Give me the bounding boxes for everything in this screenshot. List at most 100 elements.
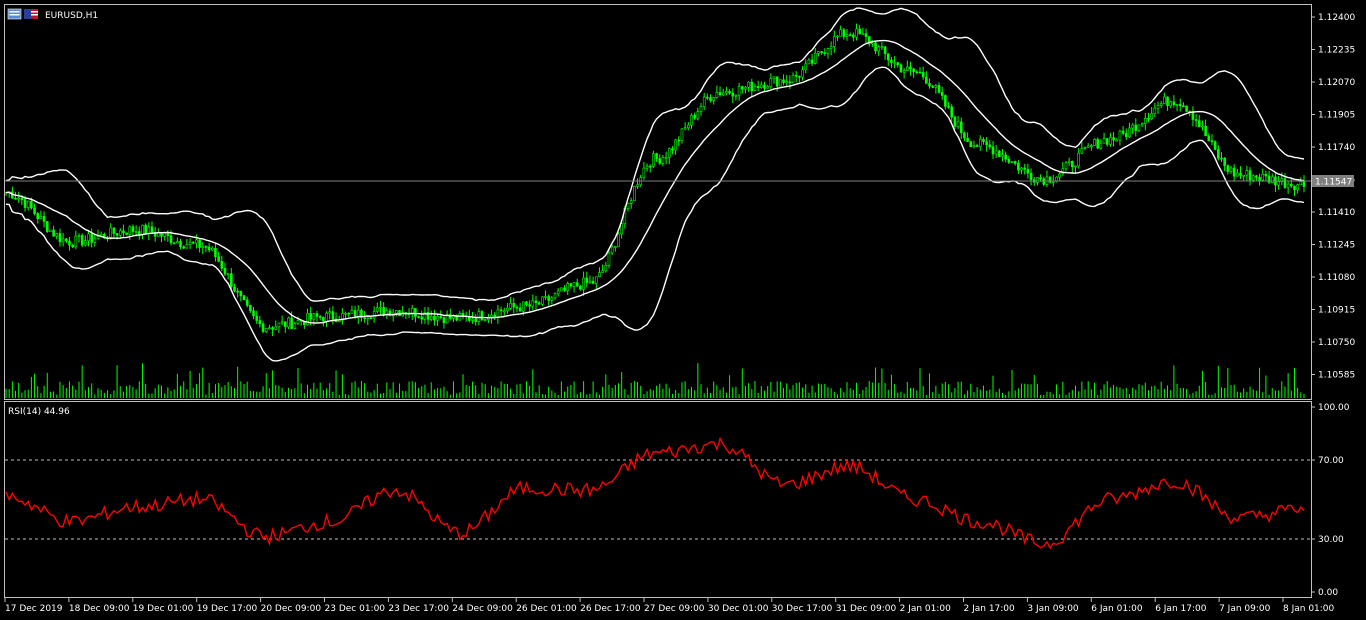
candle-body bbox=[537, 302, 541, 305]
candle-body bbox=[769, 78, 773, 87]
candle-body bbox=[1086, 145, 1090, 148]
time-tick-label: 6 Jan 17:00 bbox=[1155, 604, 1207, 614]
candle-body bbox=[109, 227, 113, 239]
candle-body bbox=[1159, 103, 1163, 106]
candle-body bbox=[296, 320, 300, 325]
candle-body bbox=[1201, 125, 1204, 128]
candle-body bbox=[683, 127, 687, 130]
candle-body bbox=[1213, 141, 1217, 150]
candle-body bbox=[601, 270, 604, 273]
candle-body bbox=[1010, 161, 1014, 163]
candle-body bbox=[1112, 137, 1115, 141]
candle-body bbox=[534, 300, 538, 304]
candle-body bbox=[642, 167, 646, 179]
candle-body bbox=[1074, 165, 1077, 168]
candle-body bbox=[852, 34, 855, 38]
candle-body bbox=[1264, 173, 1268, 177]
candle-body bbox=[68, 240, 71, 246]
candle-body bbox=[896, 62, 900, 66]
candle-body bbox=[750, 81, 754, 92]
candle-body bbox=[772, 76, 776, 80]
candle-body bbox=[1293, 185, 1296, 191]
price-tick-label: 1.12400 bbox=[1318, 13, 1355, 23]
candle-body bbox=[1258, 176, 1261, 181]
candle-body bbox=[442, 317, 446, 324]
candle-body bbox=[1175, 104, 1179, 106]
candle-body bbox=[1299, 181, 1303, 186]
candle-body bbox=[782, 79, 785, 83]
time-tick-label: 23 Dec 01:00 bbox=[325, 604, 386, 614]
candle-body bbox=[169, 235, 173, 244]
candle-body bbox=[575, 282, 579, 287]
candle-body bbox=[372, 311, 376, 319]
candle-body bbox=[1039, 177, 1042, 179]
candle-body bbox=[280, 321, 284, 324]
price-tick-label: 1.12070 bbox=[1318, 78, 1355, 88]
candle-body bbox=[661, 157, 665, 164]
candle-body bbox=[499, 309, 503, 312]
candle-body bbox=[652, 153, 655, 167]
candle-body bbox=[1283, 178, 1287, 188]
candle-body bbox=[20, 197, 24, 200]
time-tick-label: 17 Dec 2019 bbox=[5, 604, 63, 614]
candle-body bbox=[1029, 172, 1033, 180]
candle-body bbox=[220, 260, 224, 269]
candle-body bbox=[1134, 124, 1138, 131]
candle-body bbox=[45, 221, 49, 233]
candle-body bbox=[502, 310, 506, 313]
candle-body bbox=[160, 232, 163, 237]
candle-body bbox=[1239, 172, 1242, 176]
candle-body bbox=[1210, 140, 1214, 142]
candle-body bbox=[1023, 167, 1027, 170]
trading-chart[interactable]: EURUSD,H1 RSI(14) 44.96 1.124001.122351.… bbox=[0, 0, 1366, 620]
candle-body bbox=[325, 312, 328, 322]
candle-body bbox=[1147, 117, 1150, 120]
candle-body bbox=[1251, 175, 1255, 181]
candle-body bbox=[829, 46, 833, 49]
current-price-label: 1.11547 bbox=[1315, 178, 1352, 188]
candle-body bbox=[731, 92, 735, 97]
candle-body bbox=[283, 321, 287, 328]
candle-body bbox=[648, 165, 652, 168]
candle-body bbox=[820, 51, 823, 53]
candle-body bbox=[23, 199, 27, 208]
candle-body bbox=[1090, 145, 1093, 147]
time-tick-label: 20 Dec 09:00 bbox=[261, 604, 322, 614]
candle-body bbox=[201, 246, 205, 248]
candle-body bbox=[26, 200, 30, 208]
candle-body bbox=[204, 246, 208, 248]
candle-body bbox=[1137, 124, 1141, 131]
candle-body bbox=[817, 51, 820, 54]
candle-body bbox=[258, 320, 262, 325]
candle-body bbox=[195, 239, 198, 244]
rsi-tick-label: 0.00 bbox=[1318, 588, 1338, 598]
candle-body bbox=[30, 200, 33, 209]
price-tick-label: 1.10585 bbox=[1318, 371, 1355, 381]
candle-body bbox=[890, 59, 893, 63]
candle-body bbox=[118, 230, 122, 236]
candle-body bbox=[1232, 167, 1236, 177]
candle-body bbox=[877, 46, 881, 52]
candle-body bbox=[1140, 123, 1144, 126]
time-tick-label: 6 Jan 01:00 bbox=[1091, 604, 1143, 614]
candle-body bbox=[677, 139, 681, 142]
candle-body bbox=[978, 139, 982, 147]
candle-body bbox=[760, 84, 763, 88]
candle-body bbox=[934, 85, 938, 88]
candle-body bbox=[902, 70, 906, 73]
candle-body bbox=[1020, 167, 1023, 171]
time-tick-label: 30 Dec 17:00 bbox=[772, 604, 833, 614]
candle-body bbox=[833, 36, 836, 47]
candle-body bbox=[96, 236, 100, 240]
candle-body bbox=[566, 283, 570, 291]
candle-body bbox=[1204, 125, 1207, 137]
candle-body bbox=[886, 53, 890, 61]
candle-body bbox=[1067, 160, 1071, 164]
candlestick-series bbox=[4, 23, 1306, 337]
candle-body bbox=[36, 213, 40, 219]
candle-body bbox=[975, 144, 979, 147]
candle-body bbox=[64, 238, 68, 242]
candle-body bbox=[572, 282, 576, 287]
candle-body bbox=[1058, 173, 1061, 178]
chart-symbol-title: EURUSD,H1 bbox=[45, 11, 98, 21]
